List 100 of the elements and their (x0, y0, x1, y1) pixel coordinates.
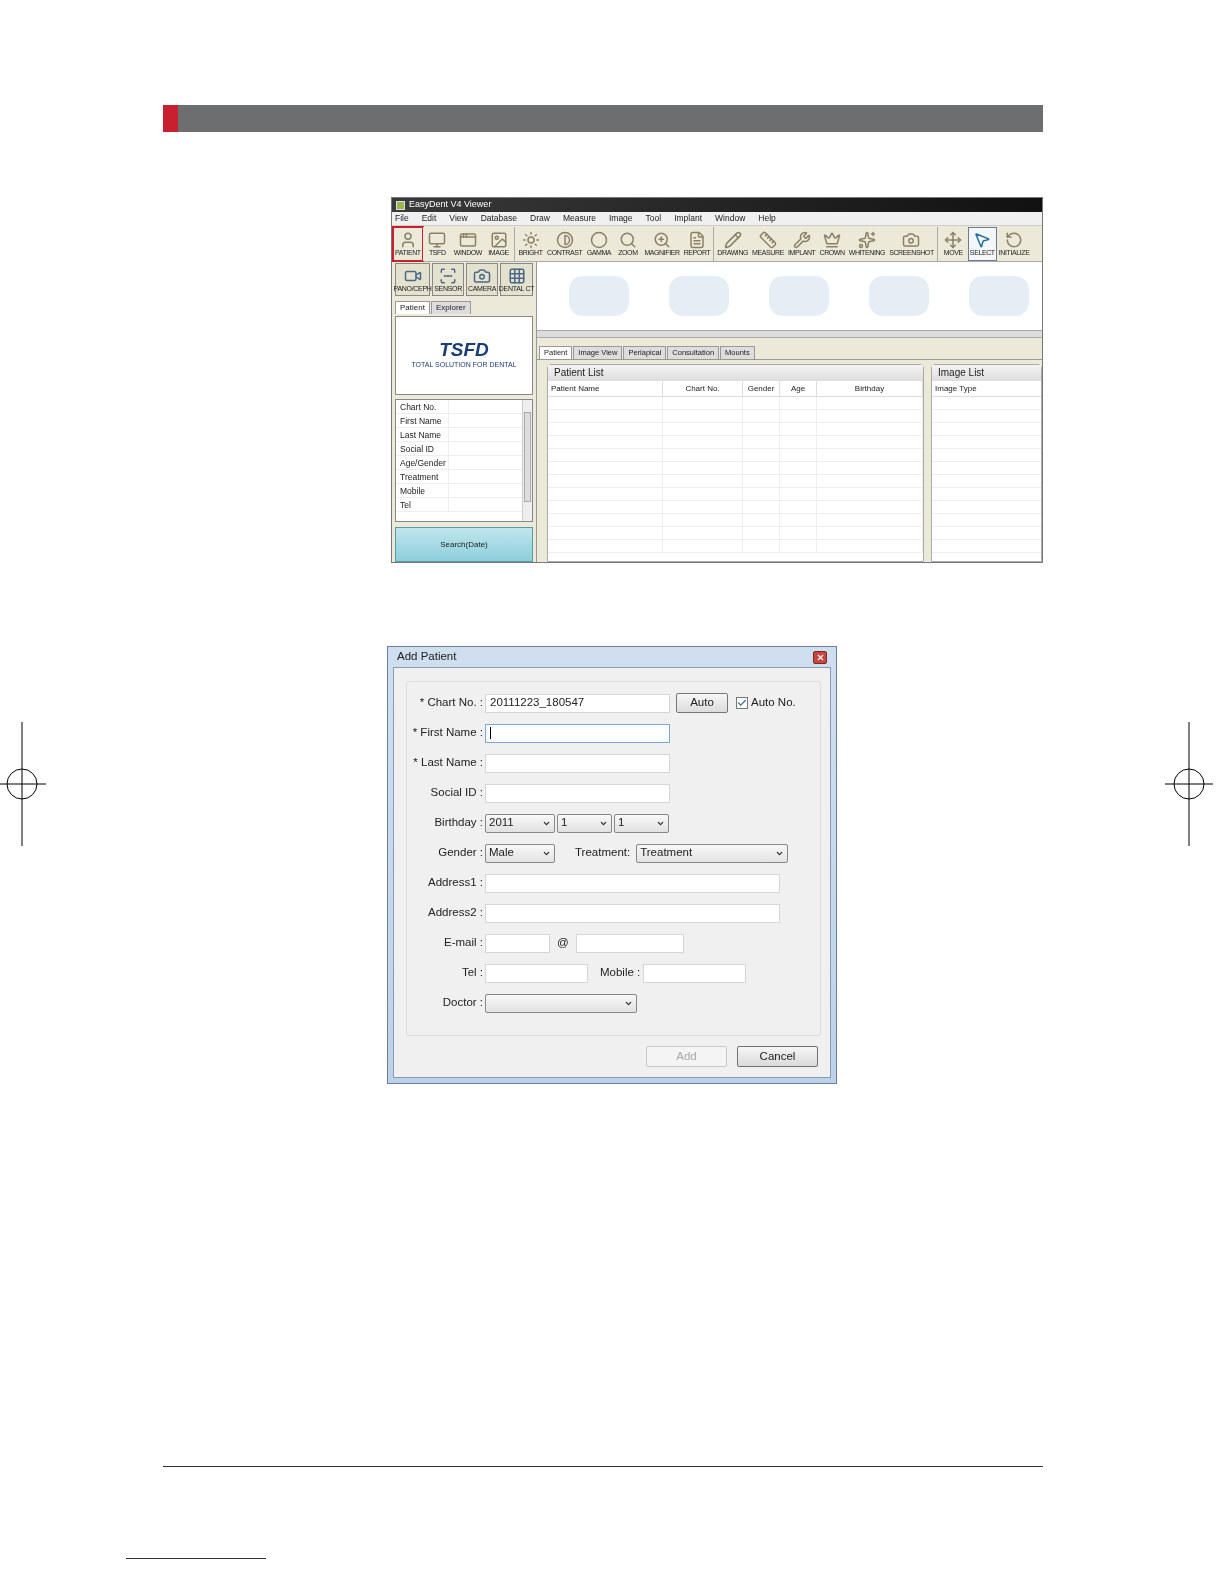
camera-icon (473, 266, 492, 285)
info-label: First Name (399, 415, 443, 427)
dropdown[interactable]: 1 (614, 813, 669, 833)
menu-item[interactable]: Window (715, 212, 746, 225)
undo-icon (1005, 230, 1024, 249)
dialog-title: Add Patient (397, 649, 457, 665)
field-label: Address1 : (427, 875, 483, 891)
zoom-in-icon (653, 230, 671, 249)
field-label: Gender : (437, 845, 483, 861)
close-button[interactable] (813, 650, 827, 664)
field-label: * First Name : (411, 725, 483, 741)
image-icon (489, 230, 508, 249)
info-label: Chart No. (399, 401, 438, 413)
input-field[interactable] (485, 963, 588, 983)
field-label: Birthday : (433, 815, 483, 831)
dropdown[interactable]: Treatment (636, 843, 789, 863)
pointer-icon (973, 230, 992, 249)
window-title: EasyDent V4 Viewer (409, 198, 492, 212)
thumbnail-placeholder (869, 276, 929, 316)
sparkle-icon (857, 230, 876, 249)
dialog-button[interactable]: Cancel (737, 1046, 818, 1067)
dropdown[interactable] (485, 993, 637, 1013)
contrast-icon (555, 230, 574, 249)
menu-item[interactable]: Help (758, 212, 776, 225)
menu-item[interactable]: File (395, 212, 409, 225)
tab[interactable]: Patient (395, 301, 430, 314)
at-sign: @ (557, 935, 569, 951)
column-header[interactable]: Chart No. (663, 381, 743, 396)
logo-wordmark: TSFD (439, 340, 489, 361)
menu-item[interactable]: Tool (645, 212, 662, 225)
accent-block (163, 105, 178, 132)
info-label: Age/Gender (399, 457, 447, 469)
input-field[interactable] (485, 753, 670, 773)
sphere-icon (589, 230, 608, 249)
column-header[interactable]: Gender (743, 381, 780, 396)
field-label: Doctor : (441, 995, 483, 1011)
column-header[interactable]: Patient Name (548, 381, 663, 396)
dropdown[interactable]: Male (485, 843, 555, 863)
column-header[interactable]: Age (780, 381, 817, 396)
panel-title: Image List (932, 365, 1041, 381)
crown-icon (823, 230, 842, 249)
tab[interactable]: Explorer (430, 301, 471, 314)
dropdown[interactable]: 2011 (485, 813, 555, 833)
menu-item[interactable]: Draw (530, 212, 550, 225)
checkbox[interactable] (736, 697, 748, 709)
document-icon (688, 230, 706, 249)
window-icon (458, 230, 477, 249)
close-icon (815, 652, 825, 662)
column-header[interactable]: Birthday (817, 381, 923, 396)
field-label: * Last Name : (412, 755, 483, 771)
info-label: Mobile (399, 485, 427, 497)
menu-item[interactable]: Database (480, 212, 518, 225)
input-field[interactable] (485, 903, 780, 923)
crop-mark-icon (0, 722, 46, 846)
field-label: Mobile : (600, 965, 641, 981)
crop-mark-icon (1165, 722, 1213, 846)
info-label: Social ID (399, 443, 435, 455)
grid-icon (507, 266, 526, 285)
input-field[interactable] (485, 933, 550, 953)
input-field[interactable] (575, 933, 684, 953)
field-label: * Chart No. : (418, 695, 483, 711)
thumbnail-placeholder (569, 276, 629, 316)
sun-icon (521, 230, 540, 249)
monitor-icon (428, 230, 447, 249)
menu-item[interactable]: Measure (562, 212, 596, 225)
search-button[interactable]: Search(Date) (395, 527, 533, 562)
info-label: Last Name (399, 429, 443, 441)
field-label: Social ID : (429, 785, 483, 801)
camera-icon (902, 230, 921, 249)
input-field[interactable] (643, 963, 747, 983)
input-field[interactable] (485, 723, 670, 743)
field-label: Treatment: (575, 845, 631, 861)
thumbnail-placeholder (769, 276, 829, 316)
menu-item[interactable]: Edit (421, 212, 437, 225)
app-icon (396, 200, 405, 210)
info-label: Tel (399, 499, 412, 511)
field-label: E-mail : (443, 935, 483, 951)
input-field[interactable]: 20111223_180547 (485, 693, 670, 713)
menu-item[interactable]: Implant (674, 212, 703, 225)
checkbox-label: Auto No. (751, 695, 796, 711)
move-icon (944, 230, 963, 249)
input-field[interactable] (485, 873, 780, 893)
menu-item[interactable]: View (449, 212, 468, 225)
text-caret (490, 727, 491, 739)
ruler-icon (759, 230, 777, 249)
field-label: Address2 : (427, 905, 483, 921)
info-label: Treatment (399, 471, 440, 483)
input-field[interactable] (485, 783, 670, 803)
menu-item[interactable]: Image (608, 212, 633, 225)
auto-button[interactable]: Auto (676, 693, 728, 713)
panel-title: Patient List (548, 365, 923, 381)
field-label: Tel : (460, 965, 483, 981)
magnifier-icon (618, 230, 637, 249)
scanner-icon (439, 266, 458, 285)
column-header[interactable]: Image Type (932, 381, 977, 396)
checkmark-icon (737, 698, 747, 708)
thumbnail-placeholder (969, 276, 1029, 316)
dropdown[interactable]: 1 (557, 813, 612, 833)
pencil-icon (723, 230, 742, 249)
thumbnail-placeholder (669, 276, 729, 316)
